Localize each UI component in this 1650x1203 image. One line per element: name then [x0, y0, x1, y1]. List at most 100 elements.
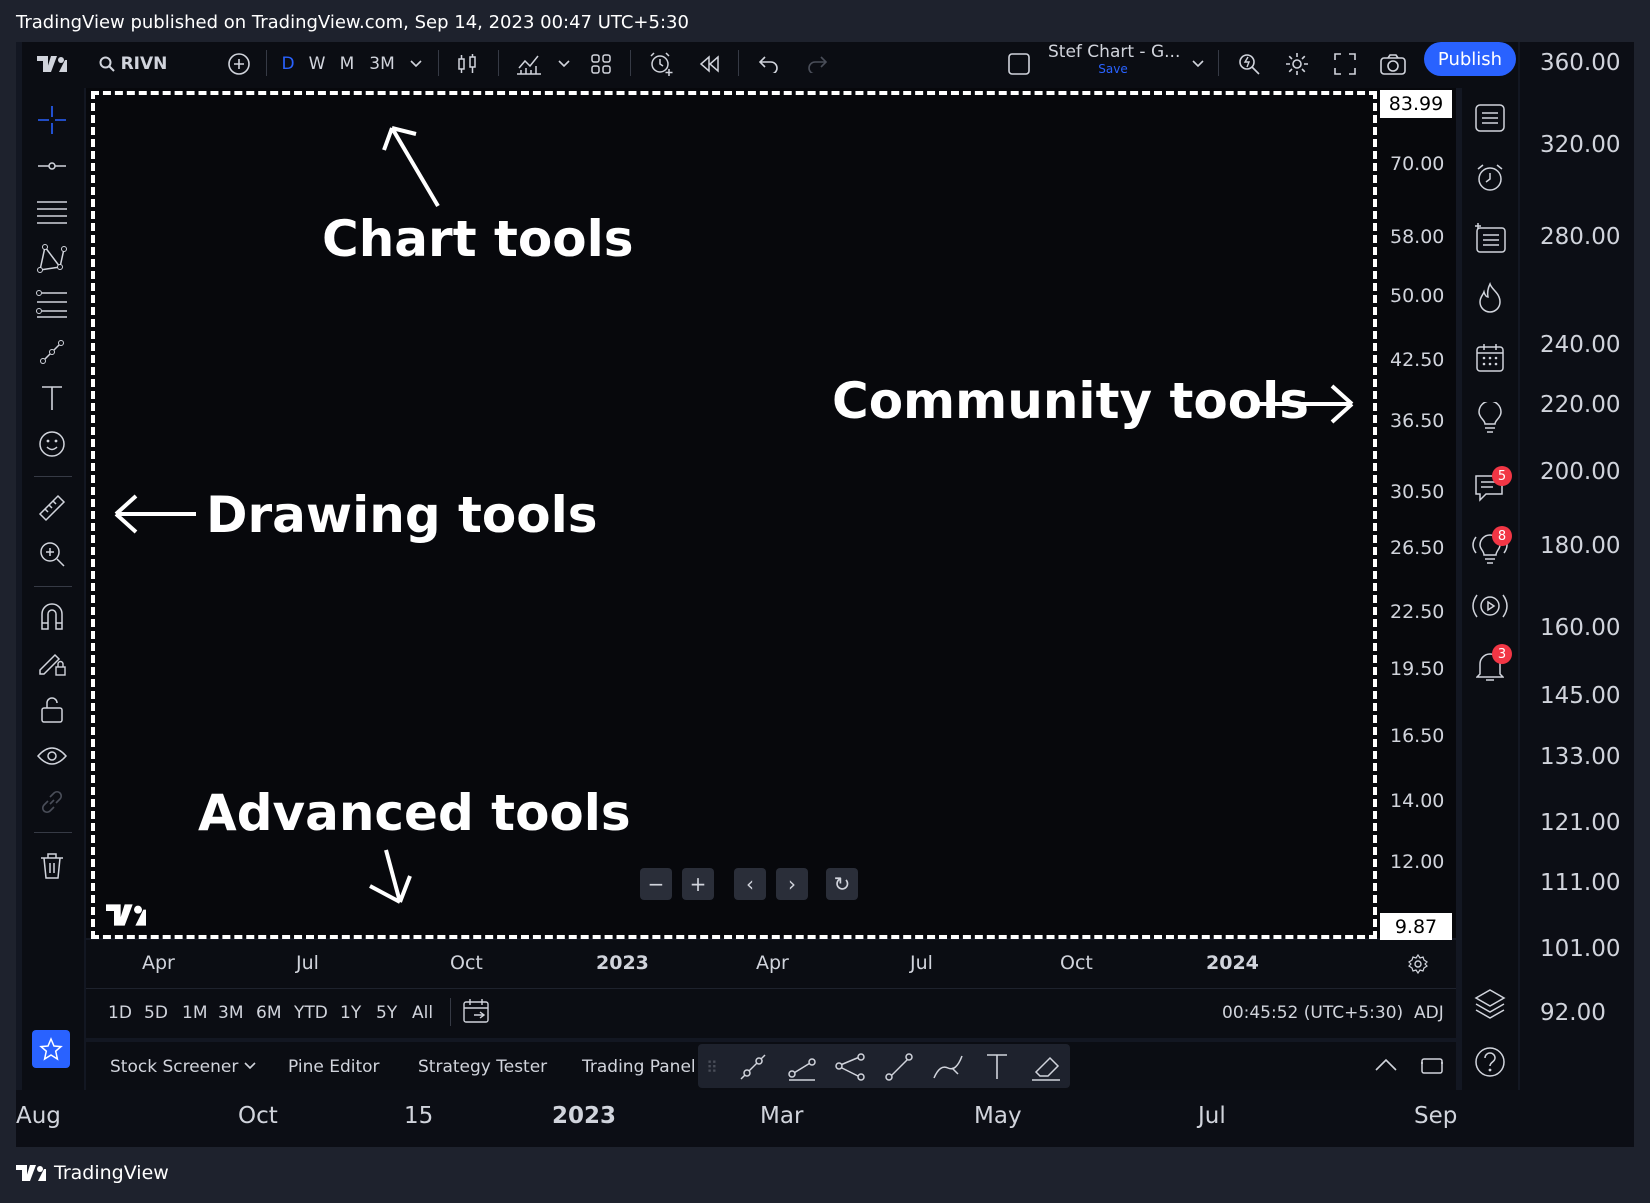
favorites-star-icon[interactable]: [32, 1030, 70, 1068]
community-tools-annotation: Community tools: [832, 372, 1309, 430]
live-stream-icon[interactable]: [1468, 584, 1512, 628]
tab-trading-panel[interactable]: Trading Panel: [582, 1057, 696, 1077]
fib-retracement-icon[interactable]: [30, 192, 74, 232]
alarm-clock-icon[interactable]: [1468, 156, 1512, 200]
zoom-in-icon[interactable]: [30, 534, 74, 574]
range-1d[interactable]: 1D: [108, 1003, 132, 1023]
reset-chart-button[interactable]: ↻: [826, 868, 858, 900]
gear-icon[interactable]: [1282, 47, 1312, 81]
interval-d[interactable]: D: [278, 47, 298, 81]
outer-price-label: 160.00: [1540, 615, 1621, 641]
replay-icon[interactable]: [694, 47, 724, 81]
trend-line-tool-icon[interactable]: [30, 146, 74, 186]
trend-line-icon[interactable]: [738, 1052, 768, 1082]
quick-search-icon[interactable]: [1234, 47, 1264, 81]
pattern-tool-icon[interactable]: [30, 238, 74, 278]
tab-pine-editor[interactable]: Pine Editor: [288, 1057, 380, 1077]
fullscreen-icon[interactable]: [1330, 47, 1360, 81]
tab-stock-screener[interactable]: Stock Screener: [110, 1057, 238, 1077]
chevron-down-icon[interactable]: [552, 47, 576, 81]
alert-add-icon[interactable]: [644, 47, 678, 81]
outer-price-label: 180.00: [1540, 533, 1621, 559]
data-window-icon[interactable]: [1468, 216, 1512, 260]
range-3m[interactable]: 3M: [218, 1003, 243, 1023]
zoom-out-button[interactable]: −: [640, 868, 672, 900]
magnet-icon[interactable]: [30, 596, 74, 636]
unlock-icon[interactable]: [30, 690, 74, 730]
prediction-tool-icon[interactable]: [30, 284, 74, 324]
line-segment-icon[interactable]: [884, 1052, 914, 1082]
ideas-lightbulb-icon[interactable]: [1468, 396, 1512, 440]
ruler-icon[interactable]: [30, 488, 74, 528]
adj-toggle[interactable]: ADJ: [1414, 1003, 1444, 1023]
candles-icon[interactable]: [452, 47, 482, 81]
interval-m[interactable]: M: [336, 47, 358, 81]
watchlist-icon[interactable]: [1468, 96, 1512, 140]
range-ytd[interactable]: YTD: [294, 1003, 328, 1023]
range-5d[interactable]: 5D: [144, 1003, 168, 1023]
streams-icon[interactable]: 8: [1468, 526, 1512, 570]
layers-icon[interactable]: [1468, 982, 1512, 1026]
ray-icon[interactable]: [786, 1052, 818, 1082]
indicators-icon[interactable]: [512, 47, 546, 81]
chevron-down-icon[interactable]: [244, 1062, 256, 1070]
notifications-bell-icon[interactable]: 3: [1468, 644, 1512, 688]
interval-w[interactable]: W: [306, 47, 328, 81]
brush-icon[interactable]: [932, 1052, 966, 1082]
trash-icon[interactable]: [30, 846, 74, 886]
chevron-down-icon[interactable]: [1186, 47, 1210, 81]
compare-add-icon[interactable]: [224, 47, 254, 81]
calendar-icon[interactable]: [1468, 336, 1512, 380]
link-icon[interactable]: [30, 782, 74, 822]
templates-grid-icon[interactable]: [586, 47, 616, 81]
interval-3m[interactable]: 3M: [366, 47, 398, 81]
clock-readout[interactable]: 00:45:52 (UTC+5:30): [1222, 1003, 1403, 1023]
text-icon[interactable]: [986, 1052, 1008, 1080]
brush-tool-icon[interactable]: [30, 332, 74, 372]
range-all[interactable]: All: [412, 1003, 433, 1023]
layout-name-button[interactable]: Stef Chart - G... Save: [1048, 42, 1180, 80]
arrow-right-icon: [1252, 384, 1354, 424]
symbol-search-button[interactable]: RIVN: [98, 47, 168, 81]
layout-square-icon[interactable]: [1004, 47, 1034, 81]
save-link[interactable]: Save: [1048, 62, 1178, 76]
axis-settings-icon[interactable]: [1408, 954, 1428, 974]
undo-icon[interactable]: [754, 47, 784, 81]
symbol-label: RIVN: [120, 54, 168, 74]
crosshair-icon[interactable]: [30, 100, 74, 140]
chevron-up-icon[interactable]: [1374, 1058, 1398, 1072]
emoji-icon[interactable]: [30, 424, 74, 464]
redo-icon[interactable]: [802, 47, 832, 81]
time-tick: Oct: [1060, 952, 1093, 974]
chevron-down-icon[interactable]: [404, 47, 428, 81]
footer-label: TradingView: [54, 1162, 169, 1184]
drag-handle-icon[interactable]: ⠿: [706, 1058, 718, 1077]
eye-icon[interactable]: [30, 736, 74, 776]
price-label-low: 9.87: [1380, 913, 1452, 941]
range-6m[interactable]: 6M: [256, 1003, 281, 1023]
help-icon[interactable]: [1468, 1040, 1512, 1084]
range-1m[interactable]: 1M: [182, 1003, 207, 1023]
path-icon[interactable]: [834, 1052, 866, 1082]
scroll-left-button[interactable]: ‹: [734, 868, 766, 900]
zoom-in-button[interactable]: +: [682, 868, 714, 900]
time-tick: 2023: [596, 952, 649, 974]
range-1y[interactable]: 1Y: [340, 1003, 361, 1023]
price-label-high: 83.99: [1380, 90, 1452, 118]
scroll-right-button[interactable]: ›: [776, 868, 808, 900]
eraser-icon[interactable]: [1030, 1052, 1062, 1082]
lock-drawing-icon[interactable]: [30, 642, 74, 682]
chats-icon[interactable]: 5: [1468, 466, 1512, 510]
tab-strategy-tester[interactable]: Strategy Tester: [418, 1057, 547, 1077]
camera-icon[interactable]: [1378, 47, 1408, 81]
maximize-panel-icon[interactable]: [1420, 1054, 1444, 1078]
outer-price-label: 101.00: [1540, 936, 1621, 962]
publish-button[interactable]: Publish: [1424, 42, 1516, 76]
text-tool-icon[interactable]: [30, 378, 74, 418]
outer-price-label: 200.00: [1540, 459, 1621, 485]
go-to-date-icon[interactable]: [462, 998, 490, 1026]
tradingview-logo-icon[interactable]: [34, 47, 70, 81]
drawing-tools-annotation: Drawing tools: [206, 486, 598, 544]
range-5y[interactable]: 5Y: [376, 1003, 397, 1023]
hotlists-flame-icon[interactable]: [1468, 276, 1512, 320]
